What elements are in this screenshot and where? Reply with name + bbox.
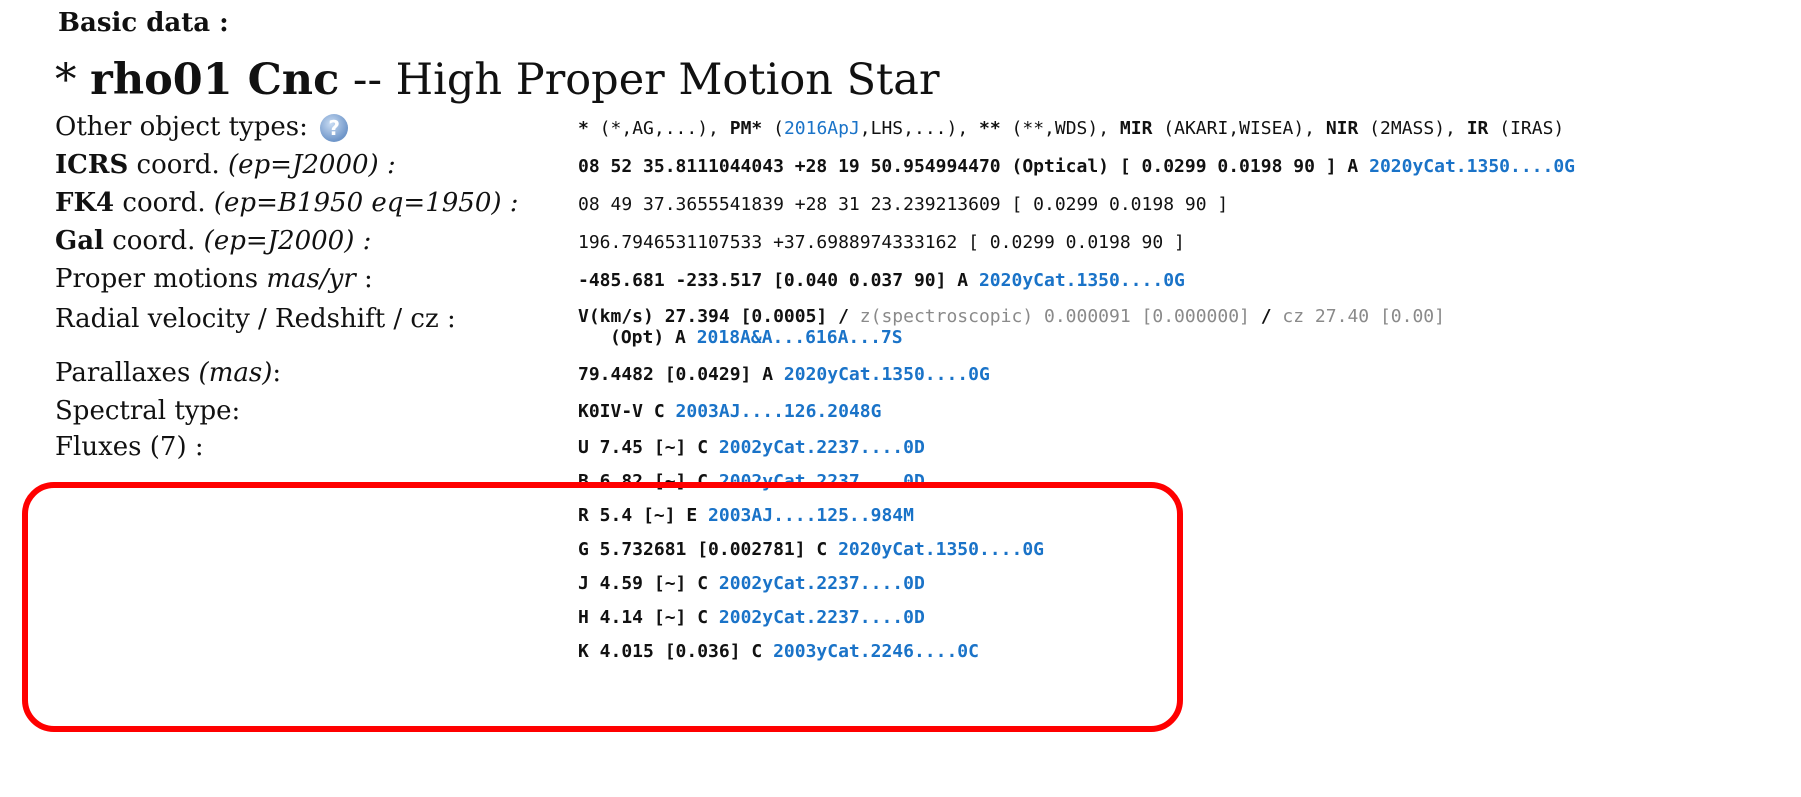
flux-row-u: U 7.45 [~] C 2002yCat.2237....0D <box>578 437 925 458</box>
flux-row-k: K 4.015 [0.036] C 2003yCat.2246....0C <box>578 641 979 662</box>
type-pm-ref-link[interactable]: 2016ApJ <box>784 118 860 139</box>
fk4-label-epoch: (ep=B1950 eq=1950) : <box>213 188 519 218</box>
icrs-coords: 08 52 35.8111044043 +28 19 50.954994470 … <box>578 156 1370 177</box>
flux-g-ref-link[interactable]: 2020yCat.1350....0G <box>838 539 1044 560</box>
flux-h-value: H 4.14 [~] C <box>578 607 719 628</box>
icrs-label-bold: ICRS <box>55 150 129 180</box>
type-pm-ids: ,LHS,...), <box>859 118 980 139</box>
type-mir-ids: (AKARI,WISEA), <box>1152 118 1326 139</box>
gal-label: Gal coord. (ep=J2000) : <box>55 226 371 256</box>
flux-k-value: K 4.015 [0.036] C <box>578 641 774 662</box>
sptype-value: K0IV-V C 2003AJ....126.2048G <box>578 401 881 422</box>
type-nir-ids: (2MASS), <box>1358 118 1467 139</box>
rv-label: Radial velocity / Redshift / cz : <box>55 304 456 334</box>
fk4-label-bold: FK4 <box>55 188 115 218</box>
gal-label-bold: Gal <box>55 226 104 256</box>
flux-row-j: J 4.59 [~] C 2002yCat.2237....0D <box>578 573 925 594</box>
flux-r-ref-link[interactable]: 2003AJ....125..984M <box>708 505 914 526</box>
gal-label-epoch: (ep=J2000) : <box>203 226 372 256</box>
icrs-value: 08 52 35.8111044043 +28 19 50.954994470 … <box>578 156 1575 177</box>
flux-row-r: R 5.4 [~] E 2003AJ....125..984M <box>578 505 914 526</box>
rv-sep-2: / <box>1249 306 1283 327</box>
sptype-ref-link[interactable]: 2003AJ....126.2048G <box>676 401 882 422</box>
flux-b-value: B 6.82 [~] C <box>578 471 719 492</box>
rv-velocity: V(km/s) 27.394 [0.0005] <box>578 306 828 327</box>
flux-u-value: U 7.45 [~] C <box>578 437 719 458</box>
plx-label-text: Parallaxes <box>55 358 199 388</box>
plx-ref-link[interactable]: 2020yCat.1350....0G <box>784 364 990 385</box>
flux-row-g: G 5.732681 [0.002781] C 2020yCat.1350...… <box>578 539 1044 560</box>
type-nir: NIR <box>1325 118 1359 139</box>
pm-values: -485.681 -233.517 [0.040 0.037 90] A <box>578 270 979 291</box>
flux-h-ref-link[interactable]: 2002yCat.2237....0D <box>719 607 925 628</box>
other-types-value: * (*,AG,...), PM* (2016ApJ,LHS,...), ** … <box>578 118 1564 139</box>
other-types-label: Other object types: ? <box>55 112 349 142</box>
pm-label-unit: mas/yr <box>266 264 356 294</box>
type-ir: IR <box>1466 118 1489 139</box>
rv-value: V(km/s) 27.394 [0.0005] / z(spectroscopi… <box>578 306 1445 327</box>
sptype-values: K0IV-V C <box>578 401 676 422</box>
type-ir-ids: (IRAS) <box>1488 118 1565 139</box>
fk4-value: 08 49 37.3655541839 +28 31 23.239213609 … <box>578 194 1229 215</box>
plx-values: 79.4482 [0.0429] A <box>578 364 784 385</box>
rv-sep-1: / <box>827 306 860 327</box>
gal-label-text: coord. <box>103 226 204 256</box>
icrs-ref-link[interactable]: 2020yCat.1350....0G <box>1369 156 1575 177</box>
flux-u-ref-link[interactable]: 2002yCat.2237....0D <box>719 437 925 458</box>
pm-label-text: Proper motions <box>55 264 267 294</box>
fk4-label: FK4 coord. (ep=B1950 eq=1950) : <box>55 188 519 218</box>
flux-j-value: J 4.59 [~] C <box>578 573 719 594</box>
page-title: * rho01 Cnc -- High Proper Motion Star <box>55 55 940 105</box>
fluxes-label: Fluxes (7) : <box>55 432 204 462</box>
fk4-label-text: coord. <box>114 188 214 218</box>
plx-value: 79.4482 [0.0429] A 2020yCat.1350....0G <box>578 364 990 385</box>
flux-row-h: H 4.14 [~] C 2002yCat.2237....0D <box>578 607 925 628</box>
other-types-label-text: Other object types: <box>55 112 308 142</box>
icrs-label-text: coord. <box>128 150 228 180</box>
type-pm: PM* <box>729 118 763 139</box>
object-prefix: * <box>55 55 91 105</box>
section-title: Basic data : <box>58 8 229 38</box>
flux-k-ref-link[interactable]: 2003yCat.2246....0C <box>773 641 979 662</box>
pm-label: Proper motions mas/yr : <box>55 264 373 294</box>
icrs-label: ICRS coord. (ep=J2000) : <box>55 150 396 180</box>
rv-quality: (Opt) A <box>610 327 697 348</box>
pm-label-tail: : <box>355 264 373 294</box>
type-double-ids: (**,WDS), <box>1000 118 1120 139</box>
type-double: ** <box>979 118 1001 139</box>
flux-b-ref-link[interactable]: 2002yCat.2237....0D <box>719 471 925 492</box>
rv-cz: cz 27.40 [0.00] <box>1282 306 1445 327</box>
object-type: High Proper Motion Star <box>395 55 940 105</box>
rv-ref-link[interactable]: 2018A&A...616A...7S <box>697 327 903 348</box>
flux-g-value: G 5.732681 [0.002781] C <box>578 539 839 560</box>
rv-value-line2: (Opt) A 2018A&A...616A...7S <box>610 327 903 348</box>
type-star: * <box>578 118 589 139</box>
flux-j-ref-link[interactable]: 2002yCat.2237....0D <box>719 573 925 594</box>
plx-label-unit: (mas) <box>198 358 273 388</box>
help-icon[interactable]: ? <box>320 114 349 142</box>
icrs-label-epoch: (ep=J2000) : <box>227 150 396 180</box>
flux-r-value: R 5.4 [~] E <box>578 505 709 526</box>
plx-label: Parallaxes (mas): <box>55 358 281 388</box>
gal-value: 196.7946531107533 +37.6988974333162 [ 0.… <box>578 232 1185 253</box>
plx-label-tail: : <box>272 358 282 388</box>
sptype-label: Spectral type: <box>55 396 241 426</box>
type-star-ids: (*,AG,...), <box>588 118 730 139</box>
pm-ref-link[interactable]: 2020yCat.1350....0G <box>979 270 1185 291</box>
title-separator: -- <box>339 55 396 105</box>
flux-row-b: B 6.82 [~] C 2002yCat.2237....0D <box>578 471 925 492</box>
object-name: rho01 Cnc <box>90 55 340 105</box>
type-mir: MIR <box>1119 118 1153 139</box>
rv-redshift: z(spectroscopic) 0.000091 [0.000000] <box>859 306 1250 327</box>
type-pm-open: ( <box>762 118 784 139</box>
pm-value: -485.681 -233.517 [0.040 0.037 90] A 202… <box>578 270 1185 291</box>
